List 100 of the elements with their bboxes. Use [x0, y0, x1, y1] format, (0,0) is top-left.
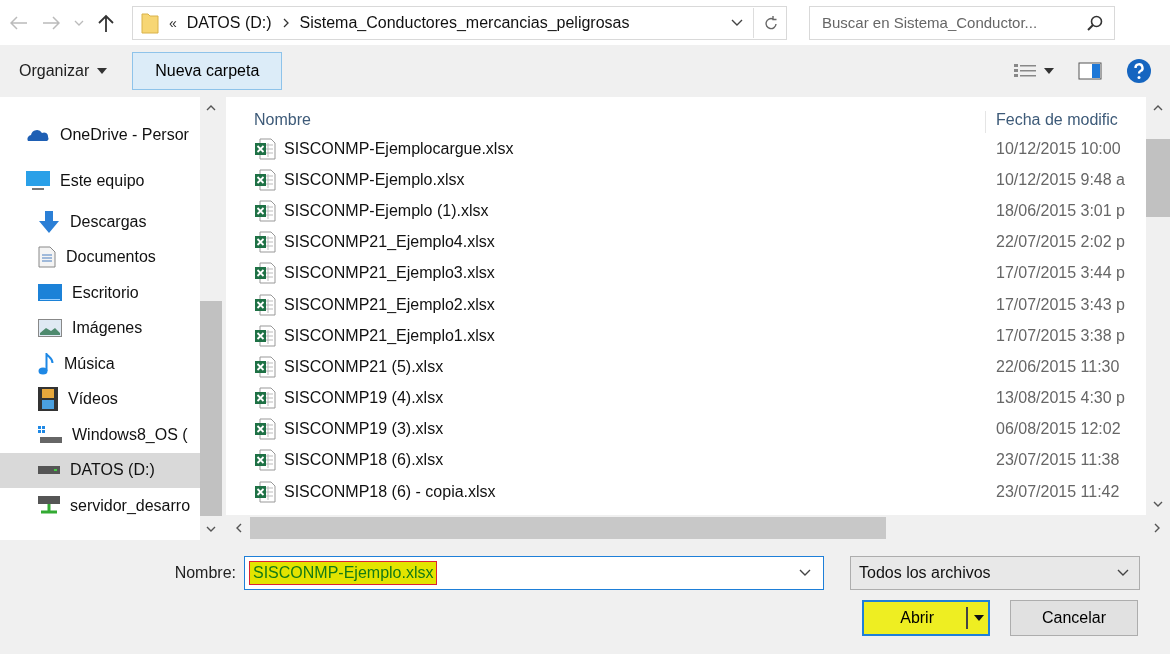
scroll-up-icon[interactable] — [206, 105, 216, 111]
scrollbar-thumb[interactable] — [250, 516, 886, 539]
date-cell-text: 10/12/2015 9:48 a — [995, 170, 1126, 189]
sidebar-item[interactable]: Imágenes — [0, 310, 200, 346]
date-cell-text: 17/07/2015 3:38 p — [995, 326, 1126, 345]
file-item[interactable]: SISCONMP18 (6).xlsx — [226, 449, 986, 472]
file-type-dropdown[interactable]: Todos los archivos — [850, 556, 1140, 590]
caret-icon[interactable] — [974, 615, 984, 621]
sidebar-label: Este equipo — [60, 172, 145, 190]
sidebar-item[interactable]: OneDrive - Persor — [0, 112, 200, 158]
monitor-icon — [26, 171, 50, 191]
file-item[interactable]: SISCONMP19 (3).xlsx — [226, 418, 986, 441]
date-cell-text: 22/07/2015 2:02 p — [995, 233, 1126, 252]
scroll-right-icon[interactable] — [1154, 522, 1160, 533]
breadcrumb[interactable]: DATOS (D:) — [186, 13, 272, 32]
spreadsheet-icon — [254, 231, 276, 254]
document-icon — [38, 246, 56, 269]
file-item[interactable]: SISCONMP21_Ejemplo1.xlsx — [226, 324, 986, 347]
organize-menu[interactable]: Organizar — [8, 52, 119, 90]
spreadsheet-icon — [254, 199, 276, 222]
scroll-down-icon[interactable] — [1153, 501, 1163, 507]
sidebar-item[interactable]: Windows8_OS ( — [0, 417, 200, 453]
film-strip-icon — [38, 387, 58, 412]
sidebar-item[interactable]: Vídeos — [0, 381, 200, 417]
date-cell-text: 06/08/2015 12:02 — [995, 420, 1122, 439]
dropdown-icon[interactable] — [799, 569, 811, 577]
file-item[interactable]: SISCONMP18 (6) - copia.xlsx — [226, 480, 986, 503]
file-item[interactable]: SISCONMP-Ejemplo (1).xlsx — [226, 199, 986, 222]
view-options-icon[interactable] — [1014, 64, 1054, 78]
scroll-up-icon[interactable] — [1153, 105, 1163, 111]
file-item[interactable]: SISCONMP21_Ejemplo4.xlsx — [226, 231, 986, 254]
file-item[interactable]: SISCONMP21_Ejemplo3.xlsx — [226, 262, 986, 285]
search-icon[interactable] — [1087, 14, 1103, 31]
open-button[interactable]: Abrir — [862, 600, 990, 636]
drive-icon — [38, 466, 60, 475]
spreadsheet-icon — [254, 355, 276, 378]
spreadsheet-icon — [254, 137, 276, 160]
cloud-icon — [26, 128, 50, 142]
sidebar-item[interactable]: servidor_desarro — [0, 488, 200, 524]
search-field[interactable]: Buscar en Sistema_Conductor... — [809, 5, 1115, 40]
file-item[interactable]: SISCONMP21 (5).xlsx — [226, 355, 986, 378]
sidebar-label: Imágenes — [72, 319, 143, 338]
sidebar-label: Descargas — [70, 212, 147, 231]
scrollbar-thumb[interactable] — [200, 301, 222, 516]
desktop-icon — [38, 283, 62, 302]
address-field[interactable]: « DATOS (D:) Sistema_Conductores_mercancias_peligrosas — [132, 5, 787, 40]
sidebar-label: Música — [64, 354, 115, 373]
music-note-icon — [38, 352, 54, 375]
filename-label: Nombre: — [174, 564, 236, 582]
sidebar-label: servidor_desarro — [70, 496, 191, 515]
spreadsheet-icon — [254, 387, 276, 410]
date-cell-text: 10/12/2015 10:00 — [995, 139, 1122, 158]
sidebar-label: Windows8_OS ( — [72, 425, 188, 444]
sidebar-label: Vídeos — [68, 390, 118, 409]
file-item[interactable]: SISCONMP-Ejemplo.xlsx — [226, 168, 986, 191]
date-cell-text: 13/08/2015 4:30 p — [995, 389, 1126, 408]
spreadsheet-icon — [254, 168, 276, 191]
sidebar-label: Escritorio — [72, 283, 139, 302]
sidebar-label: DATOS (D:) — [70, 461, 155, 480]
chevron-right-icon[interactable] — [281, 17, 290, 28]
breadcrumb[interactable]: Sistema_Conductores_mercancias_peligrosas — [299, 13, 630, 32]
date-cell-text: 22/06/2015 11:30 — [995, 357, 1121, 376]
spreadsheet-icon — [254, 293, 276, 316]
sidebar-item[interactable]: Música — [0, 346, 200, 382]
new-folder-button[interactable]: Nueva carpeta — [132, 52, 283, 90]
help-icon[interactable] — [1126, 58, 1152, 84]
file-item[interactable]: SISCONMP-Ejemplocargue.xlsx — [226, 137, 986, 160]
refresh-icon[interactable] — [764, 14, 778, 31]
down-arrow-icon — [38, 210, 60, 233]
overflow-chevron[interactable]: « — [169, 14, 177, 31]
filename-field[interactable]: SISCONMP-Ejemplo.xlsx — [244, 556, 824, 590]
date-cell-text: 18/06/2015 3:01 p — [995, 201, 1126, 220]
spreadsheet-icon — [254, 418, 276, 441]
sidebar-label: OneDrive - Persor — [60, 126, 189, 144]
scroll-left-icon[interactable] — [236, 522, 242, 533]
spreadsheet-icon — [254, 449, 276, 472]
dropdown-icon[interactable] — [731, 18, 743, 27]
up-arrow-icon[interactable] — [98, 13, 114, 32]
sidebar-item[interactable]: Este equipo — [0, 158, 200, 204]
sidebar-item[interactable]: DATOS (D:) — [0, 452, 200, 488]
column-header[interactable]: Nombre — [226, 111, 985, 133]
sidebar-label: Documentos — [66, 248, 156, 267]
system-drive-icon — [38, 425, 62, 444]
network-drive-icon — [38, 495, 60, 516]
preview-pane-icon[interactable] — [1078, 62, 1102, 80]
caret-icon[interactable] — [1117, 569, 1129, 577]
spreadsheet-icon — [254, 480, 276, 503]
sidebar-item[interactable]: Documentos — [0, 239, 200, 275]
scroll-down-icon[interactable] — [206, 526, 216, 532]
scrollbar-thumb[interactable] — [1146, 139, 1170, 217]
file-item[interactable]: SISCONMP19 (4).xlsx — [226, 387, 986, 410]
spreadsheet-icon — [254, 262, 276, 285]
file-item[interactable]: SISCONMP21_Ejemplo2.xlsx — [226, 293, 986, 316]
spreadsheet-icon — [254, 324, 276, 347]
cancel-button[interactable]: Cancelar — [1010, 600, 1138, 636]
sidebar-item[interactable]: Descargas — [0, 204, 200, 240]
date-cell-text: 23/07/2015 11:42 — [995, 482, 1121, 501]
folder-icon — [141, 11, 159, 34]
caret-icon[interactable] — [97, 68, 108, 74]
sidebar-item[interactable]: Escritorio — [0, 275, 200, 311]
